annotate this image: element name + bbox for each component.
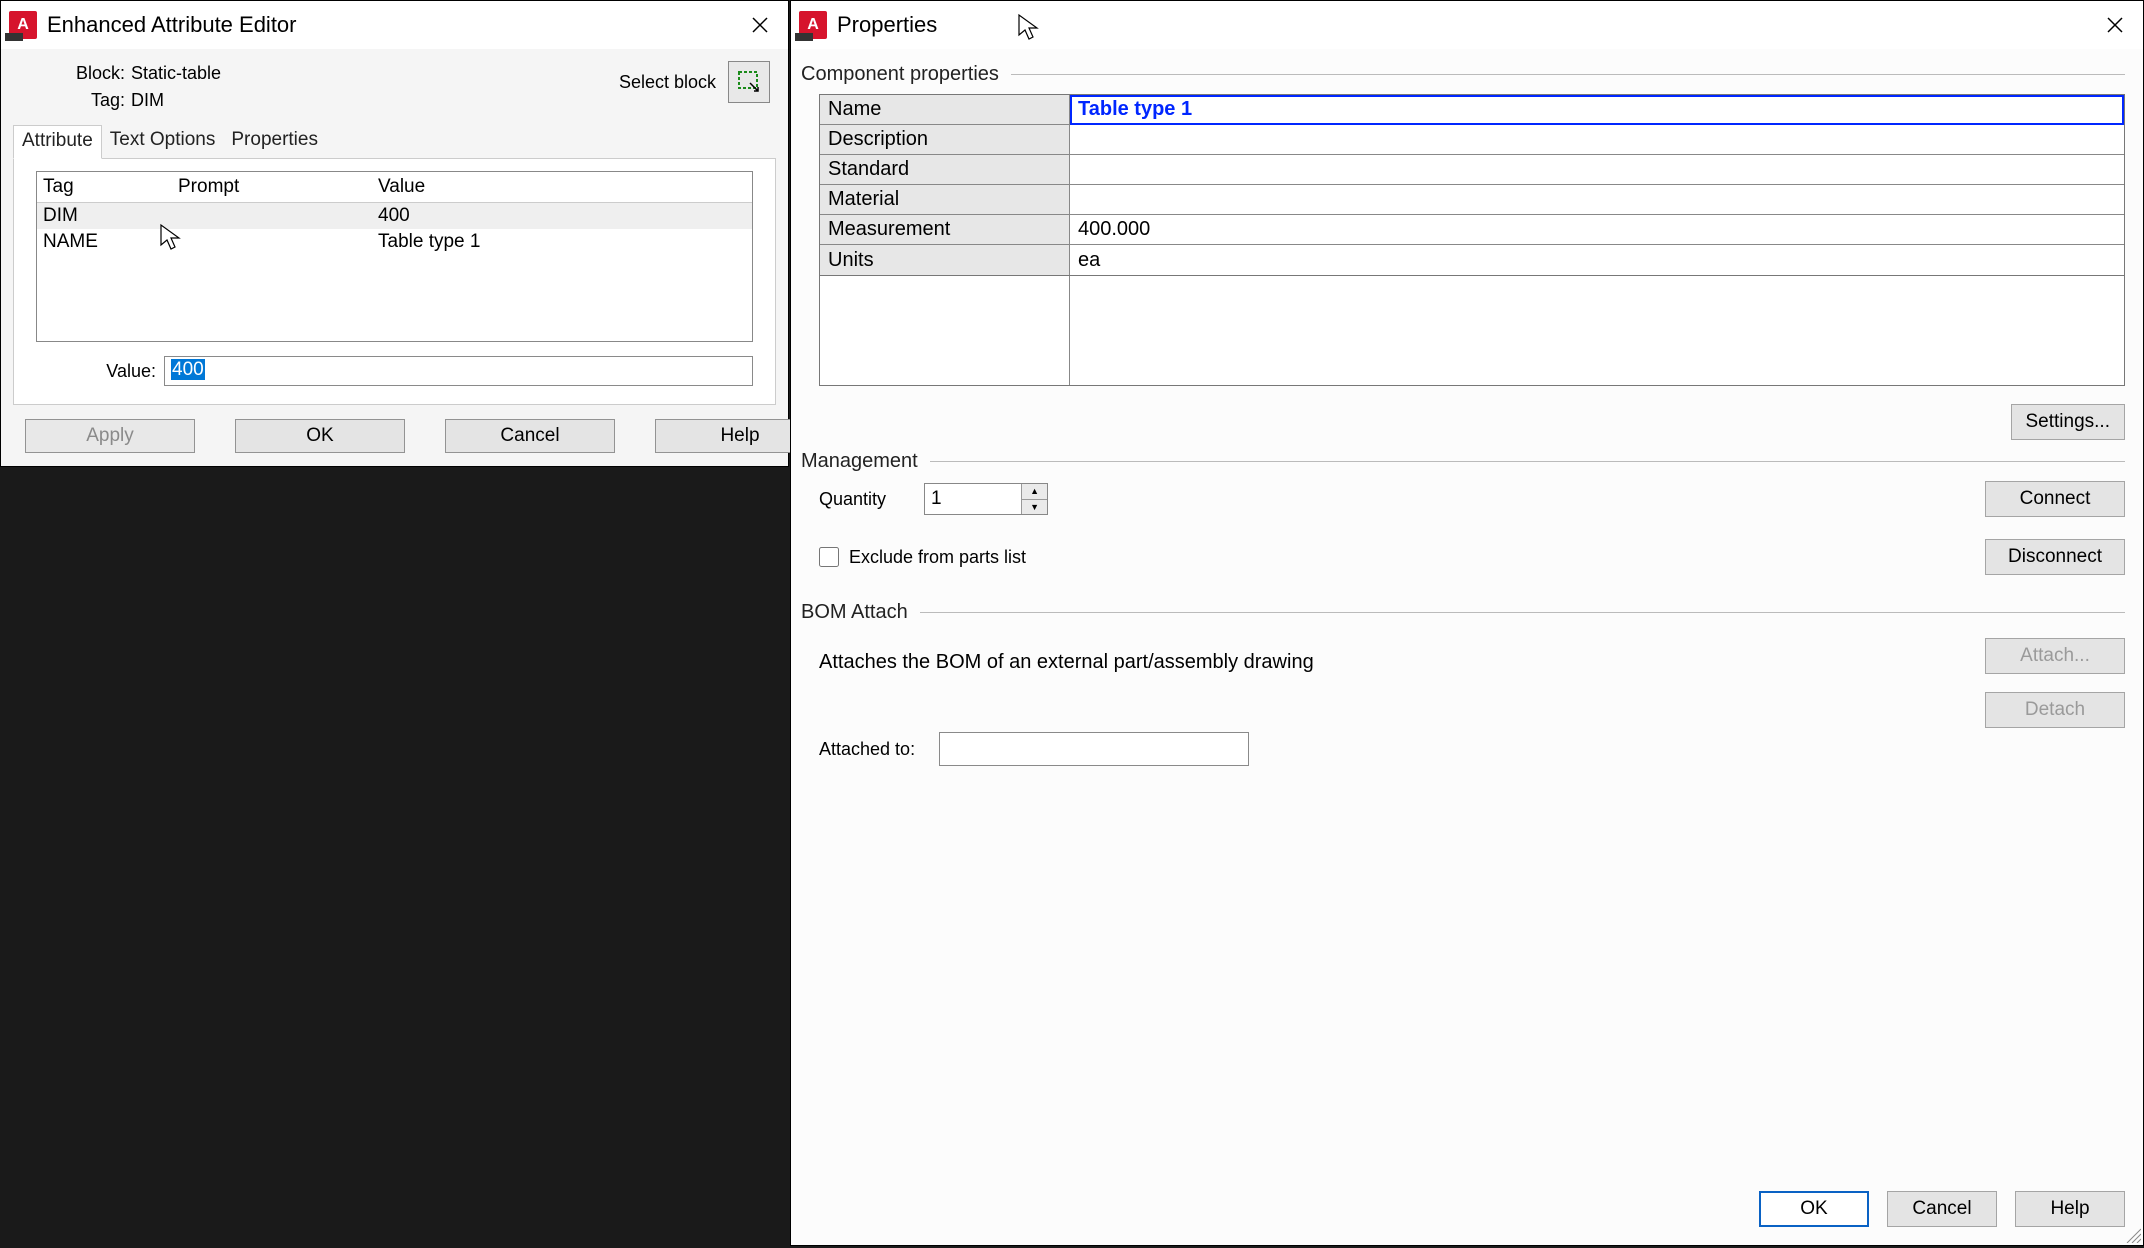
quantity-down[interactable]: ▼ <box>1022 500 1047 515</box>
attribute-editor-dialog: Enhanced Attribute Editor Block: Static-… <box>0 0 789 467</box>
section-component-properties: Component properties <box>801 63 2125 86</box>
prop-val-description[interactable] <box>1070 125 2124 155</box>
prop-key-standard: Standard <box>820 155 1070 185</box>
close-button[interactable] <box>740 5 780 45</box>
disconnect-button[interactable]: Disconnect <box>1985 539 2125 575</box>
app-icon <box>9 11 37 39</box>
properties-dialog: Properties Component properties NameTabl… <box>790 0 2144 1246</box>
exclude-checkbox[interactable] <box>819 547 839 567</box>
tab-content: Tag Prompt Value DIM 400 NAME Table type… <box>13 159 776 405</box>
apply-button[interactable]: Apply <box>25 419 195 453</box>
value-input[interactable]: 400 <box>164 356 753 386</box>
attached-to-input[interactable] <box>939 732 1249 766</box>
selection-icon <box>736 69 762 95</box>
quantity-label: Quantity <box>819 489 886 510</box>
attribute-table[interactable]: Tag Prompt Value DIM 400 NAME Table type… <box>36 171 753 342</box>
section-bom-attach: BOM Attach <box>801 601 2125 624</box>
close-icon <box>752 17 768 33</box>
help-button[interactable]: Help <box>2015 1191 2125 1227</box>
ok-button[interactable]: OK <box>1759 1191 1869 1227</box>
cancel-button[interactable]: Cancel <box>445 419 615 453</box>
table-header: Tag Prompt Value <box>37 172 752 203</box>
settings-button[interactable]: Settings... <box>2011 404 2126 440</box>
close-icon <box>2107 17 2123 33</box>
quantity-up[interactable]: ▲ <box>1022 484 1047 500</box>
select-block-button[interactable] <box>728 61 770 103</box>
prop-key-material: Material <box>820 185 1070 215</box>
tab-strip: Attribute Text Options Properties <box>13 125 776 159</box>
section-management: Management <box>801 450 2125 473</box>
close-button[interactable] <box>2095 5 2135 45</box>
ok-button[interactable]: OK <box>235 419 405 453</box>
dialog-title: Enhanced Attribute Editor <box>47 12 740 38</box>
tag-value: DIM <box>131 90 164 111</box>
quantity-stepper[interactable]: ▲ ▼ <box>924 483 1048 515</box>
titlebar: Properties <box>791 1 2143 49</box>
col-prompt: Prompt <box>178 176 378 198</box>
col-value: Value <box>378 176 548 198</box>
prop-val-name[interactable]: Table type 1 <box>1070 95 2124 125</box>
prop-key-measurement: Measurement <box>820 215 1070 245</box>
resize-grip[interactable] <box>2123 1225 2141 1243</box>
tab-attribute[interactable]: Attribute <box>13 125 102 159</box>
tag-label: Tag: <box>13 90 131 111</box>
cancel-button[interactable]: Cancel <box>1887 1191 1997 1227</box>
prop-val-units[interactable]: ea <box>1070 245 2124 275</box>
select-block-label: Select block <box>619 72 716 93</box>
titlebar: Enhanced Attribute Editor <box>1 1 788 49</box>
table-row[interactable]: NAME Table type 1 <box>37 229 752 255</box>
dialog-title: Properties <box>837 12 2095 38</box>
table-row[interactable]: DIM 400 <box>37 203 752 229</box>
attach-button[interactable]: Attach... <box>1985 638 2125 674</box>
prop-key-name: Name <box>820 95 1070 125</box>
tab-properties[interactable]: Properties <box>223 125 326 158</box>
detach-button[interactable]: Detach <box>1985 692 2125 728</box>
bom-description: Attaches the BOM of an external part/ass… <box>819 651 1985 674</box>
prop-val-standard[interactable] <box>1070 155 2124 185</box>
prop-key-description: Description <box>820 125 1070 155</box>
exclude-label: Exclude from parts list <box>849 547 1026 568</box>
property-grid-footer <box>819 276 2125 386</box>
app-icon <box>799 11 827 39</box>
tab-text-options[interactable]: Text Options <box>102 125 224 158</box>
block-value: Static-table <box>131 63 221 84</box>
prop-val-material[interactable] <box>1070 185 2124 215</box>
property-grid[interactable]: NameTable type 1 Description Standard Ma… <box>819 94 2125 276</box>
prop-val-measurement[interactable]: 400.000 <box>1070 215 2124 245</box>
attached-to-label: Attached to: <box>819 739 915 760</box>
value-label: Value: <box>36 361 164 382</box>
block-label: Block: <box>13 63 131 84</box>
col-tag: Tag <box>43 176 178 198</box>
quantity-input[interactable] <box>925 484 1021 514</box>
prop-key-units: Units <box>820 245 1070 275</box>
connect-button[interactable]: Connect <box>1985 481 2125 517</box>
